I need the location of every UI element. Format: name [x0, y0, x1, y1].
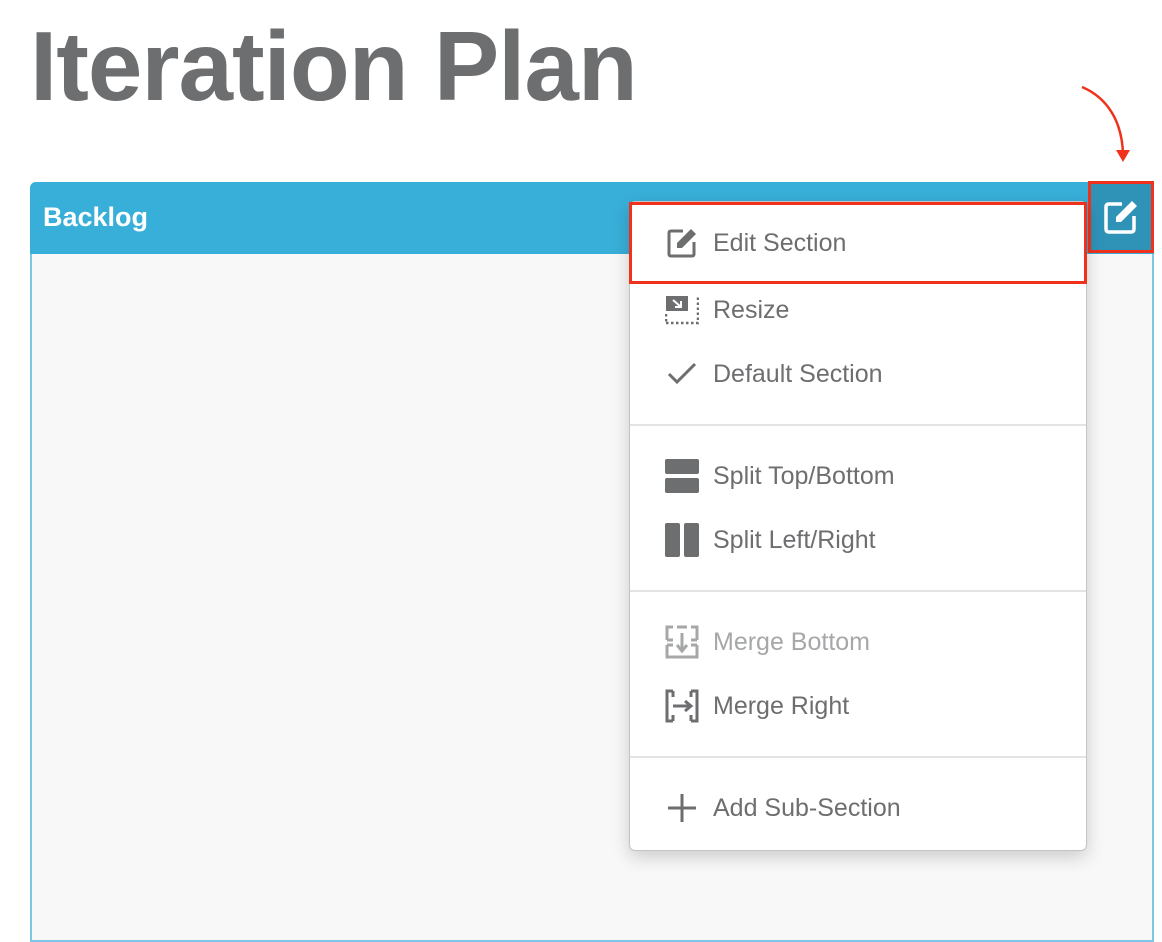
menu-item-label: Default Section	[713, 359, 883, 388]
menu-divider	[630, 756, 1086, 758]
menu-item-edit-section[interactable]: Edit Section	[629, 202, 1087, 284]
check-icon	[665, 357, 699, 391]
menu-item-split-top-bottom[interactable]: Split Top/Bottom	[630, 444, 1086, 508]
menu-item-default-section[interactable]: Default Section	[630, 342, 1086, 406]
menu-item-split-left-right[interactable]: Split Left/Right	[630, 508, 1086, 572]
menu-item-label: Merge Bottom	[713, 627, 871, 656]
page-title: Iteration Plan	[30, 11, 638, 121]
menu-item-merge-right[interactable]: Merge Right	[630, 674, 1086, 738]
menu-item-label: Resize	[713, 295, 790, 324]
section-context-menu: Edit Section Resize Default Section Spli…	[629, 201, 1087, 851]
menu-item-resize[interactable]: Resize	[630, 278, 1086, 342]
plus-icon	[665, 791, 699, 825]
edit-icon	[665, 226, 699, 260]
merge-bottom-icon	[665, 625, 699, 659]
menu-item-label: Add Sub-Section	[713, 793, 901, 822]
merge-right-icon	[665, 689, 699, 723]
menu-item-add-sub-section[interactable]: Add Sub-Section	[630, 776, 1086, 840]
menu-divider	[630, 424, 1086, 426]
curved-arrow-down-icon	[1081, 85, 1130, 162]
menu-item-label: Edit Section	[713, 228, 847, 257]
menu-item-label: Merge Right	[713, 691, 850, 720]
resize-icon	[665, 293, 699, 327]
split-horizontal-icon	[665, 459, 699, 493]
menu-item-label: Split Left/Right	[713, 525, 876, 554]
split-vertical-icon	[665, 523, 699, 557]
edit-icon	[1104, 201, 1137, 234]
edit-section-button[interactable]	[1088, 181, 1154, 253]
menu-divider	[630, 590, 1086, 592]
section-title: Backlog	[43, 202, 149, 232]
menu-item-merge-bottom[interactable]: Merge Bottom	[630, 610, 1086, 674]
menu-item-label: Split Top/Bottom	[713, 461, 895, 490]
